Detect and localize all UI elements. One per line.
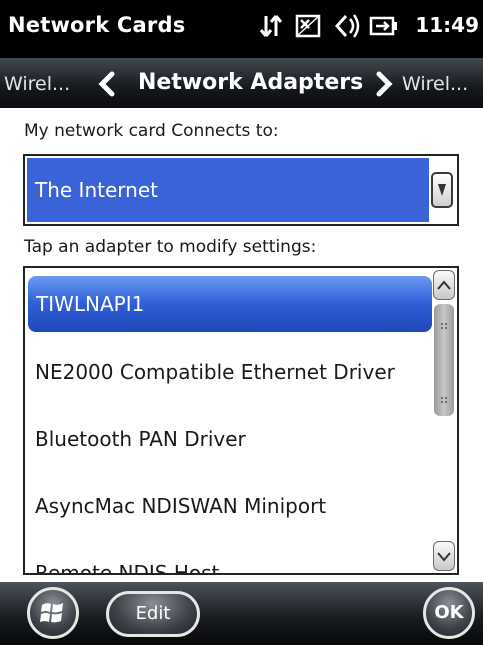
list-scrollbar[interactable] xyxy=(433,270,455,571)
speaker-icon[interactable] xyxy=(332,13,362,39)
connects-to-dropdown[interactable]: The Internet xyxy=(23,154,459,226)
connectivity-icon[interactable] xyxy=(256,13,286,39)
dropdown-button[interactable] xyxy=(431,172,453,208)
list-item[interactable]: Bluetooth PAN Driver xyxy=(25,406,435,472)
connects-to-label: My network card Connects to: xyxy=(24,121,279,141)
scroll-thumb[interactable] xyxy=(434,304,454,416)
nav-previous-label[interactable]: Wirel... xyxy=(4,73,70,95)
adapter-list[interactable]: TIWLNAPI1 NE2000 Compatible Ethernet Dri… xyxy=(23,266,459,575)
chevron-down-icon xyxy=(438,184,446,196)
bottom-menu-bar: Edit OK xyxy=(0,582,483,645)
chevron-left-icon[interactable] xyxy=(95,71,119,97)
clock-time[interactable]: 11:49 xyxy=(415,13,479,37)
grip-icon xyxy=(441,323,447,403)
list-item-selected[interactable]: TIWLNAPI1 xyxy=(28,276,432,332)
title-bar: Network Cards 11:49 xyxy=(0,0,483,58)
windows-logo-icon xyxy=(40,603,63,623)
chevron-down-icon xyxy=(437,552,451,562)
connects-to-value[interactable]: The Internet xyxy=(27,158,429,222)
list-item[interactable]: Remote NDIS Host xyxy=(25,540,435,573)
nav-current-title: Network Adapters xyxy=(138,70,364,95)
scroll-up-button[interactable] xyxy=(433,270,455,300)
adapters-label: Tap an adapter to modify settings: xyxy=(24,237,317,257)
settings-nav-header: Wirel... Network Adapters Wirel... xyxy=(0,58,483,108)
ok-button[interactable]: OK xyxy=(423,587,475,639)
start-button[interactable] xyxy=(27,587,79,639)
battery-icon[interactable] xyxy=(368,13,400,39)
edit-button[interactable]: Edit xyxy=(106,591,200,637)
scroll-down-button[interactable] xyxy=(433,541,455,571)
list-item[interactable]: AsyncMac NDISWAN Miniport xyxy=(25,473,435,539)
app-title: Network Cards xyxy=(8,13,186,37)
chevron-right-icon[interactable] xyxy=(372,71,396,97)
no-signal-icon[interactable] xyxy=(294,13,324,39)
chevron-up-icon xyxy=(437,280,451,290)
list-item[interactable]: NE2000 Compatible Ethernet Driver xyxy=(25,339,435,405)
nav-next-label[interactable]: Wirel... xyxy=(402,73,468,95)
